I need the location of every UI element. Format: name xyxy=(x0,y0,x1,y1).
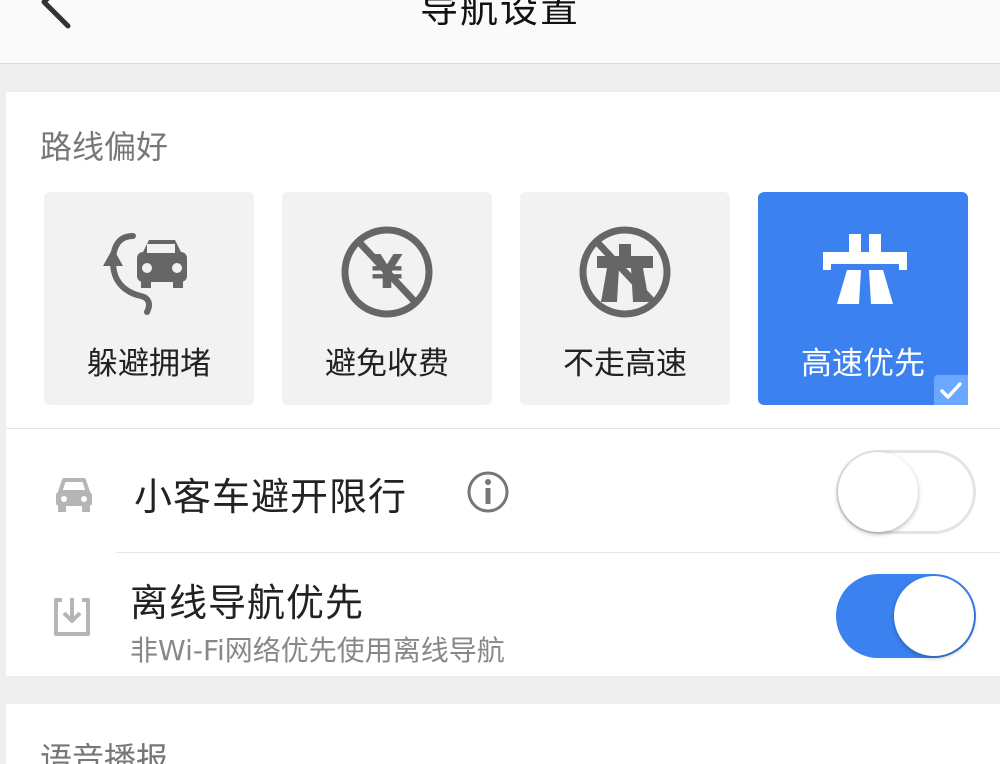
divider xyxy=(6,428,1000,429)
avoid-congestion-icon xyxy=(103,233,187,315)
check-icon xyxy=(940,382,962,399)
toggle-knob xyxy=(838,452,918,532)
no-highway-icon xyxy=(579,226,671,318)
option-no-toll[interactable]: ¥ 避免收费 xyxy=(282,192,492,405)
download-icon xyxy=(54,598,90,636)
option-label: 不走高速 xyxy=(563,346,687,382)
option-highway-first[interactable]: 高速优先 xyxy=(758,192,968,405)
info-icon[interactable] xyxy=(466,470,510,514)
option-no-highway[interactable]: 不走高速 xyxy=(520,192,730,405)
toggle-knob xyxy=(894,576,974,656)
car-icon xyxy=(56,478,92,512)
offline-nav-sublabel: 非Wi-Fi网络优先使用离线导航 xyxy=(130,634,505,667)
option-label: 躲避拥堵 xyxy=(87,346,211,382)
page-title: 导航设置 xyxy=(419,0,580,31)
option-avoid-congestion[interactable]: 躲避拥堵 xyxy=(44,192,254,405)
highway-icon xyxy=(823,234,907,304)
route-preference-title: 路线偏好 xyxy=(40,128,169,166)
voice-section-title: 语音播报 xyxy=(40,740,169,764)
car-restriction-toggle[interactable] xyxy=(836,450,976,534)
svg-text:¥: ¥ xyxy=(371,245,403,299)
car-restriction-label: 小客车避开限行 xyxy=(134,475,408,519)
voice-settings-card: 语音播报 xyxy=(6,704,1000,764)
option-label: 避免收费 xyxy=(325,346,449,382)
offline-nav-label: 离线导航优先 xyxy=(130,581,365,625)
route-settings-card: 路线偏好 躲避拥堵 ¥ 避免收费 不走高速 高速优先 小客车避开限行 离线导航优… xyxy=(6,92,1000,676)
selected-check-badge xyxy=(934,375,968,405)
divider xyxy=(116,552,1000,553)
top-bar: 导航设置 xyxy=(0,0,1000,64)
offline-nav-toggle[interactable] xyxy=(836,574,976,658)
no-toll-icon: ¥ xyxy=(341,226,433,318)
